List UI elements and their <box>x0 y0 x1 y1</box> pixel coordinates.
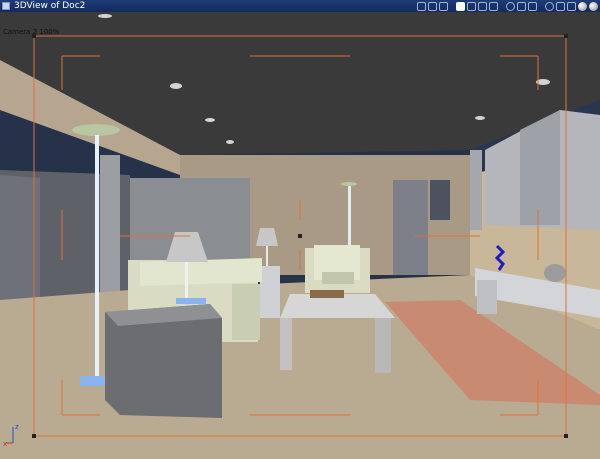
scene-canvas[interactable] <box>0 12 600 459</box>
axis-gizmo: z x <box>3 423 19 447</box>
sofa-back <box>140 258 262 286</box>
texture-icon[interactable] <box>489 1 498 11</box>
ceiling-light-5 <box>475 116 485 120</box>
3d-view-icon <box>2 2 10 10</box>
side-table <box>260 266 280 318</box>
coffee-table-leg-left <box>280 318 292 370</box>
window-title: 3DView of Doc2 <box>14 1 86 11</box>
target-icon[interactable] <box>539 2 543 11</box>
ceiling-light-6 <box>98 14 112 18</box>
bounding-box-icon[interactable] <box>556 1 565 11</box>
view-orbit-icon[interactable] <box>500 2 504 11</box>
back-right-partition <box>393 180 428 275</box>
armchair-seat <box>322 272 354 284</box>
camera-view-icon[interactable] <box>439 1 448 11</box>
render-mode-icon[interactable] <box>450 2 454 11</box>
shaded-icon[interactable] <box>478 1 487 11</box>
back-floor-lamp-shade <box>341 182 357 186</box>
move-icon[interactable] <box>545 1 554 11</box>
side-lamp-stem <box>266 246 268 266</box>
coffee-table-leg-right <box>375 318 391 373</box>
axis-x-label: x <box>3 440 7 447</box>
back-floor-lamp-pole <box>348 186 351 246</box>
ceiling-light-2 <box>205 118 215 122</box>
ceiling-light-1 <box>170 83 182 89</box>
console-sphere <box>544 264 566 282</box>
coffee-table-tray <box>310 290 344 298</box>
view-toolbar <box>417 0 598 12</box>
right-column <box>470 150 482 230</box>
camera-label: Camera 2 100% <box>3 28 60 36</box>
material-sphere-icon[interactable] <box>589 1 598 11</box>
walk-view-icon[interactable] <box>428 1 437 11</box>
sofa-lamp-base <box>176 298 206 304</box>
frame-corner-tr <box>564 34 568 38</box>
ceiling-light-3 <box>226 140 234 144</box>
console-table-leg <box>477 280 497 314</box>
floor-lamp-pole <box>95 135 99 380</box>
3d-viewport[interactable]: Camera 2 100% z x <box>0 12 600 459</box>
3d-view-window: 3DView of Doc2 Camera 2 100% z x <box>0 0 600 459</box>
axis-z-label: z <box>15 423 19 431</box>
frame-corner-bl <box>32 434 36 438</box>
floor-lamp-base <box>80 376 108 386</box>
right-building-face <box>520 110 560 225</box>
sofa-arm <box>232 284 260 340</box>
camera-center-marker <box>298 234 302 238</box>
light-icon[interactable] <box>528 1 537 11</box>
view-zoom-icon[interactable] <box>506 1 515 11</box>
cube-icon[interactable] <box>567 1 576 11</box>
sphere-icon[interactable] <box>578 1 587 11</box>
frame-corner-br <box>564 434 568 438</box>
view-cube-icon[interactable] <box>517 1 526 11</box>
wireframe-icon[interactable] <box>456 1 465 11</box>
pan-view-icon[interactable] <box>417 1 426 11</box>
sofa-lamp-stem <box>185 262 188 298</box>
back-right-window <box>430 180 450 220</box>
floor-lamp-shade <box>72 124 120 136</box>
title-bar[interactable]: 3DView of Doc2 <box>0 0 600 12</box>
hidden-line-icon[interactable] <box>467 1 476 11</box>
